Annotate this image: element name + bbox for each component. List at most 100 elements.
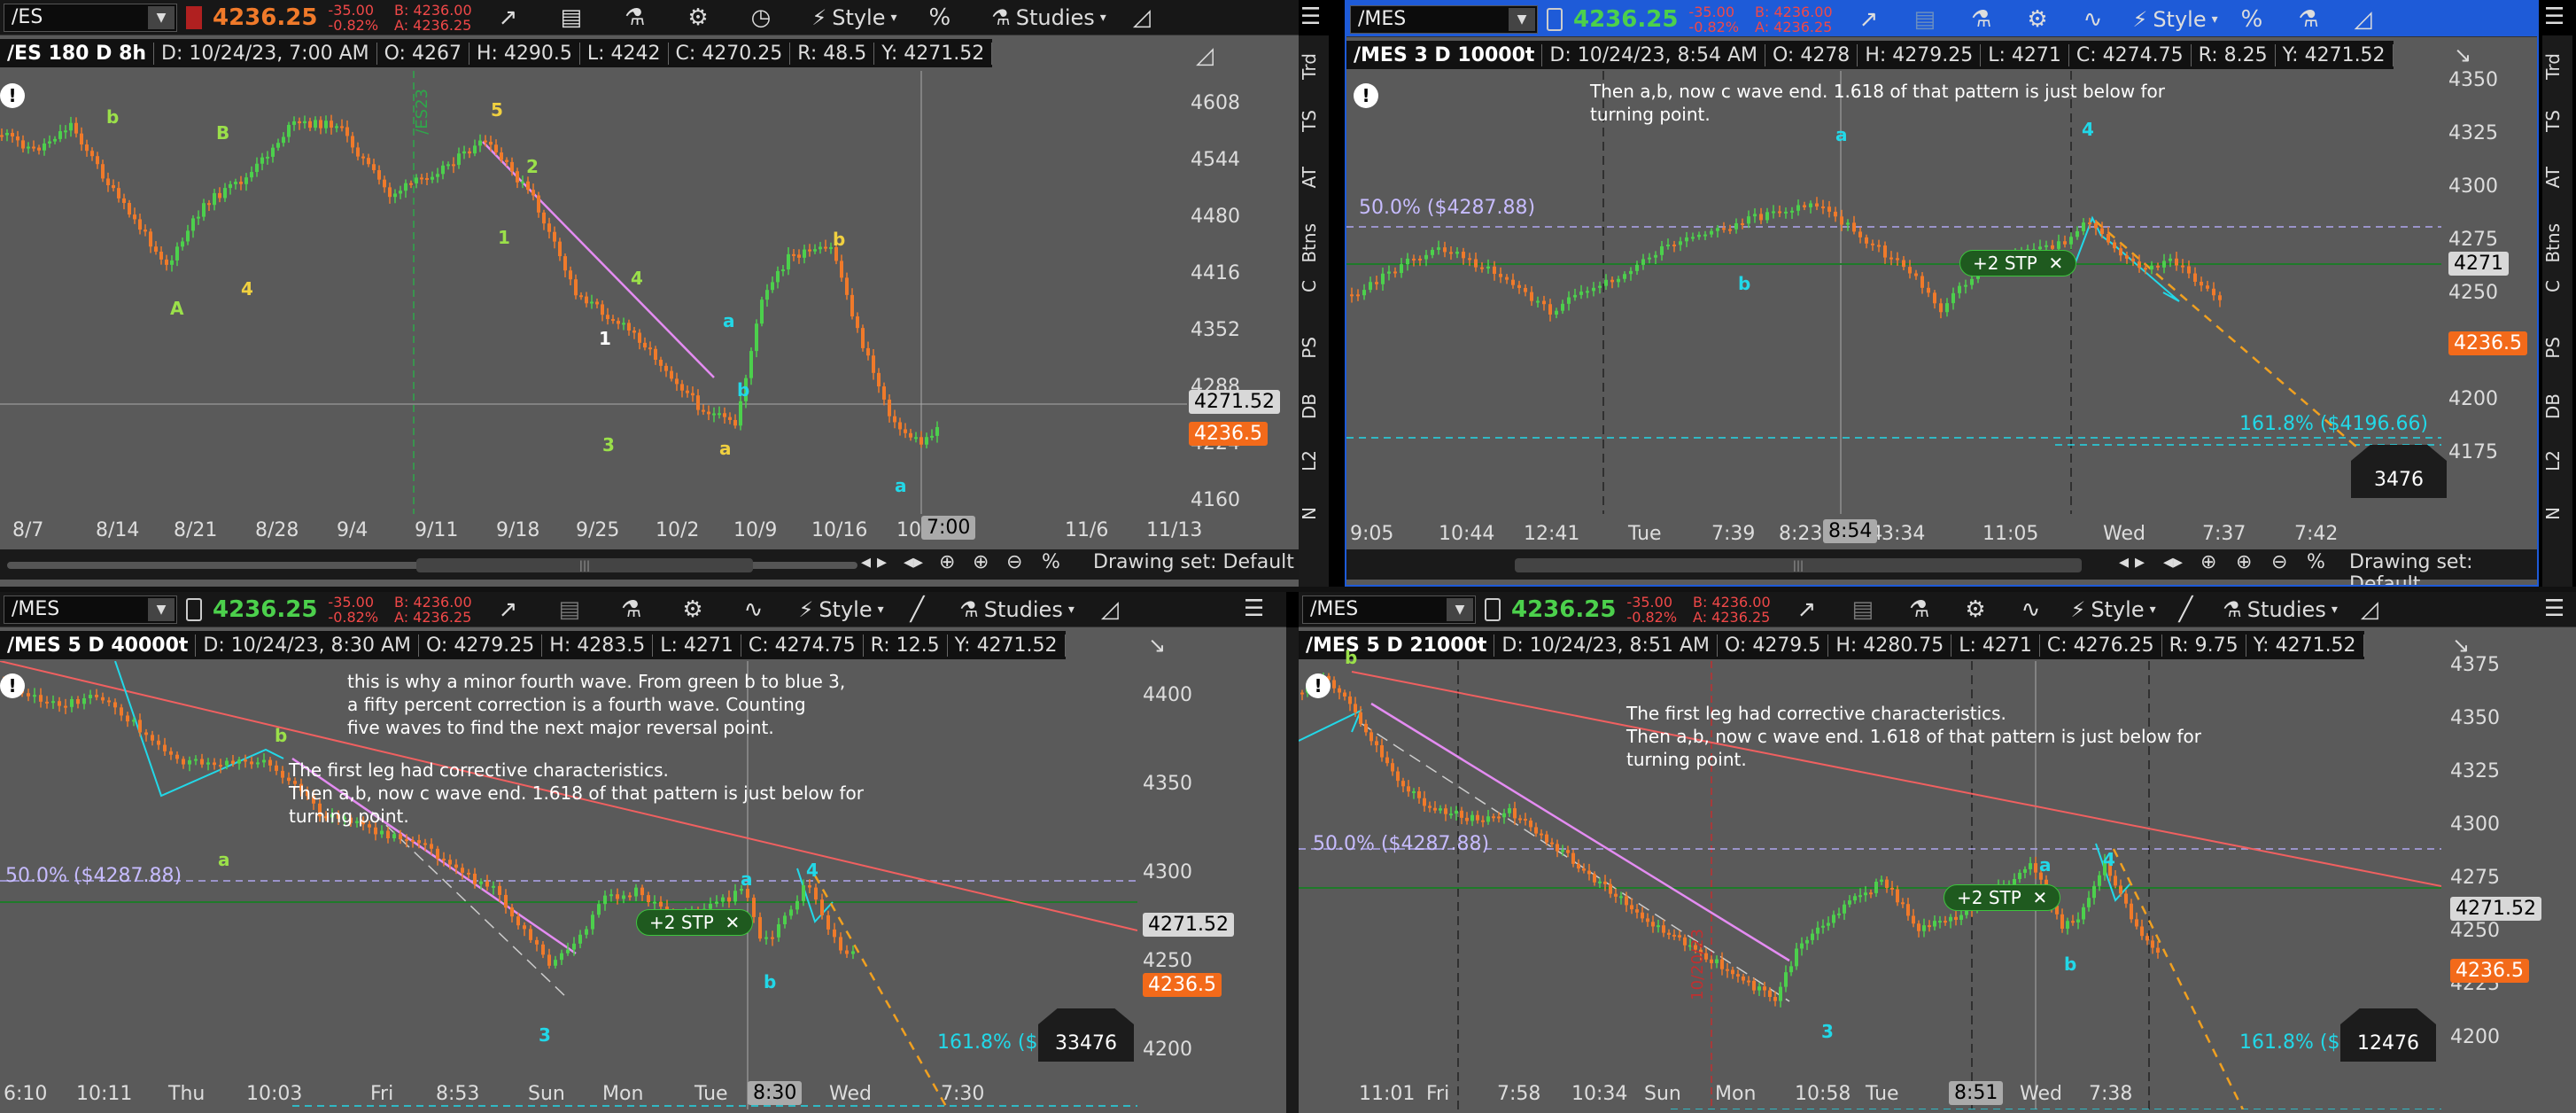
drawing-set-label[interactable]: Drawing set: Default bbox=[1093, 551, 1294, 573]
pulse-icon[interactable]: ∿ bbox=[2021, 596, 2041, 623]
side-tab-trd[interactable]: Trd bbox=[2542, 53, 2572, 80]
zoom-out-icon[interactable]: ⊖ bbox=[1006, 551, 1022, 573]
line-tool-icon[interactable]: ╱ bbox=[911, 596, 925, 623]
menu-icon[interactable]: ☰ bbox=[2544, 4, 2564, 30]
side-tab-c[interactable]: C bbox=[1299, 280, 1329, 292]
percent-icon[interactable]: % bbox=[929, 4, 951, 31]
symbol-selector[interactable]: /ES ▼ bbox=[4, 3, 177, 32]
alert-icon[interactable]: ! bbox=[1306, 673, 1331, 698]
zoom-out-icon[interactable]: ⊖ bbox=[2271, 551, 2287, 573]
side-tab-db[interactable]: DB bbox=[2542, 393, 2572, 419]
close-icon[interactable]: ✕ bbox=[2049, 253, 2064, 274]
scroll-thumb[interactable]: ||| bbox=[416, 558, 753, 572]
gear-icon[interactable]: ⚙ bbox=[2027, 6, 2047, 33]
link-icon[interactable] bbox=[1547, 7, 1563, 31]
side-tab-l2[interactable]: L2 bbox=[2542, 450, 2572, 471]
side-tab-ts[interactable]: TS bbox=[2542, 110, 2572, 132]
pan-icon[interactable]: ◂▸ bbox=[904, 551, 923, 573]
style-button[interactable]: ⚡ Style ▾ bbox=[811, 5, 896, 30]
price-chart[interactable] bbox=[0, 71, 1187, 585]
studies-button[interactable]: ⚗ Studies ▾ bbox=[2223, 597, 2338, 622]
studies-icon[interactable]: ⚗ bbox=[2298, 6, 2318, 33]
side-tab-db[interactable]: DB bbox=[1299, 393, 1329, 419]
scroll-thumb[interactable]: ||| bbox=[1515, 558, 2082, 572]
zoom-in-icon[interactable]: ⊕ bbox=[973, 551, 989, 573]
line-tool-icon[interactable]: ╱ bbox=[2179, 596, 2193, 623]
style-button[interactable]: ⚡ Style ▾ bbox=[2132, 7, 2217, 32]
crosshair-icon[interactable]: ⊕ bbox=[2200, 551, 2216, 573]
zoom-in-icon[interactable]: ⊕ bbox=[2236, 551, 2252, 573]
flask-icon[interactable]: ⚗ bbox=[1909, 596, 1929, 623]
side-tab-ps[interactable]: PS bbox=[1299, 337, 1329, 359]
drawing-icon[interactable]: ◿ bbox=[1101, 596, 1119, 623]
close-icon[interactable]: ✕ bbox=[725, 912, 741, 933]
crosshair-icon[interactable]: ⊕ bbox=[939, 551, 955, 573]
chevron-down-icon[interactable]: ▼ bbox=[1509, 7, 1535, 31]
percent-icon[interactable]: % bbox=[1042, 551, 1060, 573]
chevron-down-icon[interactable]: ▼ bbox=[148, 597, 175, 621]
symbol-selector[interactable]: /MES ▼ bbox=[4, 595, 177, 624]
stop-order-badge[interactable]: +2 STP ✕ bbox=[1959, 250, 2077, 276]
news-icon[interactable]: ▤ bbox=[1913, 6, 1936, 33]
side-tab-btns[interactable]: Btns bbox=[2542, 223, 2572, 263]
flask-icon[interactable]: ⚗ bbox=[625, 4, 645, 31]
alert-icon[interactable]: ! bbox=[0, 673, 25, 698]
side-tab-l2[interactable]: L2 bbox=[1299, 450, 1329, 471]
studies-button[interactable]: ⚗ Studies ▾ bbox=[959, 597, 1075, 622]
stop-order-badge[interactable]: +2 STP ✕ bbox=[1944, 884, 2061, 911]
side-tab-btns[interactable]: Btns bbox=[1299, 223, 1329, 263]
side-tab-trd[interactable]: Trd bbox=[1299, 53, 1329, 80]
share-icon[interactable]: ↗ bbox=[499, 4, 518, 31]
link-icon[interactable] bbox=[186, 597, 202, 621]
menu-icon[interactable]: ☰ bbox=[1300, 4, 1321, 30]
alert-icon[interactable]: ! bbox=[1354, 83, 1378, 108]
flask-icon[interactable]: ⚗ bbox=[621, 596, 641, 623]
stop-order-badge[interactable]: +2 STP ✕ bbox=[636, 909, 754, 936]
pulse-icon[interactable]: ∿ bbox=[744, 596, 764, 623]
collapse-icon[interactable]: ↘ bbox=[2452, 633, 2470, 658]
news-icon[interactable]: ▤ bbox=[1851, 596, 1874, 623]
drawing-icon[interactable]: ◿ bbox=[2355, 6, 2372, 33]
horizontal-scrollbar[interactable]: ||| ◂ ▸ ◂▸ ⊕ ⊕ ⊖ % Drawing set: Default bbox=[1346, 549, 2537, 585]
collapse-icon[interactable]: ↘ bbox=[1148, 633, 1166, 658]
flask-icon[interactable]: ⚗ bbox=[1971, 6, 1991, 33]
percent-icon[interactable]: % bbox=[2241, 6, 2263, 33]
collapse-icon[interactable]: ↘ bbox=[2454, 43, 2471, 67]
side-tab-n[interactable]: N bbox=[1299, 507, 1329, 520]
drawing-icon[interactable]: ◿ bbox=[2361, 596, 2378, 623]
draw-tool-icon[interactable]: ◿ bbox=[1196, 43, 1214, 69]
side-tab-ts[interactable]: TS bbox=[1299, 110, 1329, 132]
symbol-selector[interactable]: /MES ▼ bbox=[1302, 595, 1476, 624]
scroll-arrows-icon[interactable]: ◂ ▸ bbox=[2119, 551, 2145, 573]
side-tab-at[interactable]: AT bbox=[2542, 167, 2572, 188]
pan-icon[interactable]: ◂▸ bbox=[2163, 551, 2183, 573]
style-button[interactable]: ⚡ Style ▾ bbox=[2070, 597, 2155, 622]
menu-icon[interactable]: ☰ bbox=[1244, 595, 1264, 622]
gear-icon[interactable]: ⚙ bbox=[1965, 596, 1985, 623]
gear-icon[interactable]: ⚙ bbox=[682, 596, 702, 623]
menu-icon[interactable]: ☰ bbox=[2544, 595, 2564, 622]
price-chart[interactable] bbox=[1346, 71, 2441, 514]
horizontal-scrollbar[interactable]: ||| ◂ ▸ ◂▸ ⊕ ⊕ ⊖ % Drawing set: Default bbox=[0, 549, 1299, 580]
percent-icon[interactable]: % bbox=[2307, 551, 2325, 573]
share-icon[interactable]: ↗ bbox=[1797, 596, 1817, 623]
link-color-icon[interactable] bbox=[186, 5, 202, 29]
alert-icon[interactable]: ! bbox=[0, 83, 25, 108]
drawing-set-label[interactable]: Drawing set: Default bbox=[2349, 551, 2537, 585]
scroll-arrows-icon[interactable]: ◂ ▸ bbox=[861, 551, 887, 573]
pulse-icon[interactable]: ∿ bbox=[2083, 6, 2103, 33]
symbol-selector[interactable]: /MES ▼ bbox=[1350, 4, 1538, 34]
news-icon[interactable]: ▤ bbox=[558, 596, 580, 623]
side-tab-n[interactable]: N bbox=[2542, 507, 2572, 520]
drawing-icon[interactable]: ◿ bbox=[1133, 4, 1151, 31]
gear-icon[interactable]: ⚙ bbox=[687, 4, 708, 31]
chevron-down-icon[interactable]: ▼ bbox=[148, 5, 175, 29]
chevron-down-icon[interactable]: ▼ bbox=[1447, 597, 1473, 621]
share-icon[interactable]: ↗ bbox=[499, 596, 518, 623]
share-icon[interactable]: ↗ bbox=[1859, 6, 1879, 33]
side-tab-c[interactable]: C bbox=[2542, 280, 2572, 292]
studies-button[interactable]: ⚗ Studies ▾ bbox=[991, 5, 1106, 30]
close-icon[interactable]: ✕ bbox=[2033, 887, 2048, 908]
news-icon[interactable]: ▤ bbox=[560, 4, 582, 31]
side-tab-ps[interactable]: PS bbox=[2542, 337, 2572, 359]
